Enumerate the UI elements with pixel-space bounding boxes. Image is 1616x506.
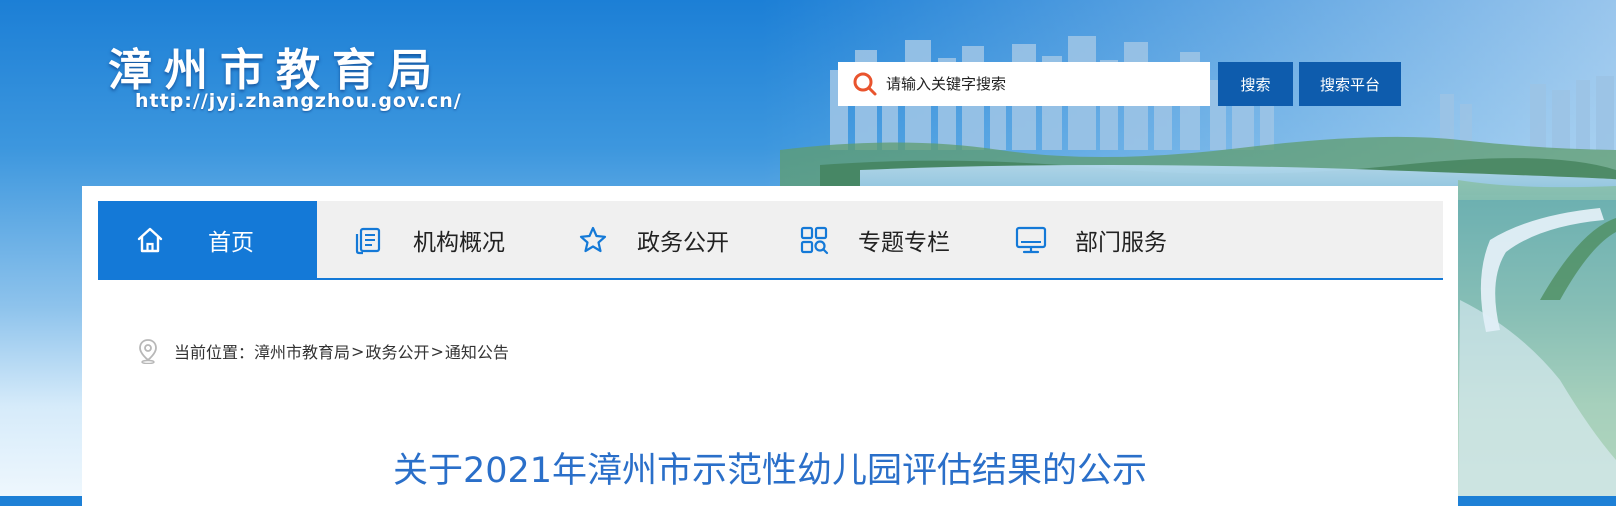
breadcrumb-separator: > (430, 341, 444, 361)
home-icon (134, 224, 166, 256)
nav-item-government-affairs[interactable]: 政务公开 (542, 201, 764, 278)
star-icon (577, 224, 609, 256)
document-list-icon (353, 224, 385, 256)
breadcrumb-link-government-affairs[interactable]: 政务公开 (365, 339, 429, 363)
article-title: 关于2021年漳州市示范性幼儿园评估结果的公示 (392, 451, 1148, 491)
search-box[interactable] (838, 62, 1210, 106)
nav-item-label: 政务公开 (637, 229, 729, 256)
content-panel: 首页 机构概况 政务公开 专题专栏 部门服务 当前位置： 漳州市教育局 > 政务… (82, 186, 1458, 506)
nav-item-label: 机构概况 (413, 229, 505, 256)
nav-item-organization[interactable]: 机构概况 (317, 201, 542, 278)
nav-item-label: 首页 (208, 229, 254, 256)
breadcrumb-separator: > (351, 341, 365, 361)
nav-item-label: 部门服务 (1075, 229, 1167, 256)
search-icon (852, 70, 880, 98)
nav-item-home[interactable]: 首页 (98, 201, 317, 278)
site-url: http://jyj.zhangzhou.gov.cn/ (135, 90, 462, 112)
location-pin-icon (138, 338, 160, 364)
site-title: 漳州市教育局 (108, 45, 444, 96)
breadcrumb-link-notices[interactable]: 通知公告 (445, 339, 509, 363)
grid-search-icon (798, 224, 830, 256)
nav-item-label: 专题专栏 (858, 229, 950, 256)
search-input[interactable] (880, 63, 1210, 105)
monitor-icon (1015, 224, 1047, 256)
main-nav: 首页 机构概况 政务公开 专题专栏 部门服务 (98, 201, 1443, 280)
search-button[interactable]: 搜索 (1218, 62, 1293, 106)
breadcrumb-link-home[interactable]: 漳州市教育局 (254, 339, 350, 363)
nav-item-department-services[interactable]: 部门服务 (983, 201, 1167, 278)
breadcrumb: 当前位置： 漳州市教育局 > 政务公开 > 通知公告 (138, 338, 509, 364)
nav-item-special-topics[interactable]: 专题专栏 (764, 201, 983, 278)
breadcrumb-prefix: 当前位置： (174, 343, 255, 362)
search-platform-button[interactable]: 搜索平台 (1299, 62, 1401, 106)
